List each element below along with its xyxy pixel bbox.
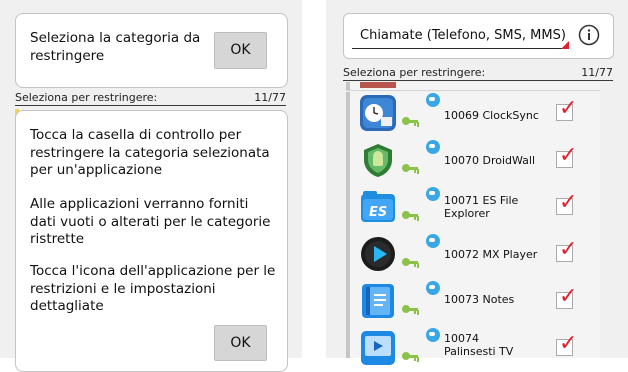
app-row[interactable]: 10069 ClockSync ✓ [346, 92, 600, 140]
app-name: 10071 ES File Explorer [444, 194, 519, 220]
es-file-explorer-icon[interactable]: ES [360, 189, 396, 225]
notes-icon[interactable] [360, 283, 396, 319]
filter-count: 11/77 [254, 91, 286, 104]
filter-label: Seleziona per restringere: [15, 91, 158, 104]
app-name: 10069 ClockSync [444, 109, 539, 122]
clock-sync-icon[interactable] [360, 95, 396, 131]
app-name: 10073 Notes [444, 293, 515, 306]
restrict-checkbox[interactable]: ✓ [556, 239, 577, 262]
globe-icon [426, 234, 440, 248]
check-icon: ✓ [559, 143, 578, 168]
spinner-arrow-icon [561, 41, 569, 49]
spinner-underline [352, 48, 568, 49]
check-icon: ✓ [559, 190, 578, 215]
ok-button[interactable]: OK [214, 32, 267, 69]
select-category-dialog: Seleziona la categoria da restringere OK [15, 13, 288, 88]
mx-player-icon[interactable] [360, 236, 396, 272]
app-row[interactable]: 10072 MX Player ✓ [346, 233, 600, 281]
filter-count: 11/77 [581, 66, 613, 79]
key-icon [402, 352, 419, 362]
check-icon: ✓ [559, 284, 578, 309]
info-icon[interactable] [578, 24, 600, 46]
app-name: 10072 MX Player [444, 248, 538, 261]
app-name: 10074 Palinsesti TV [444, 332, 514, 358]
app-row[interactable]: 10073 Notes ✓ [346, 280, 600, 328]
help-text-2: Alle applicazioni verranno forniti dati … [30, 196, 271, 247]
globe-icon [426, 328, 440, 342]
app-row[interactable]: 10070 DroidWall ✓ [346, 139, 600, 187]
key-icon [402, 117, 419, 127]
check-icon: ✓ [559, 96, 578, 121]
key-icon [402, 211, 419, 221]
check-icon: ✓ [559, 237, 578, 262]
check-icon: ✓ [559, 331, 578, 356]
select-category-text: Seleziona la categoria da restringere [30, 30, 201, 64]
app-row[interactable]: 10074 Palinsesti TV ✓ [346, 327, 600, 365]
filter-label: Seleziona per restringere: [343, 66, 486, 79]
svg-text:ES: ES [369, 205, 387, 220]
globe-icon [426, 281, 440, 295]
restrict-checkbox[interactable]: ✓ [556, 98, 577, 121]
ok-button[interactable]: OK [214, 325, 267, 361]
partial-row-top [346, 82, 600, 91]
filter-bar: Seleziona per restringere: 11/77 [343, 66, 613, 80]
key-icon [402, 164, 419, 174]
palinsesti-tv-icon[interactable] [360, 330, 396, 366]
help-text-1: Tocca la casella di controllo per restri… [30, 127, 270, 178]
globe-icon [426, 93, 440, 107]
key-icon [402, 305, 419, 315]
globe-icon [426, 187, 440, 201]
globe-icon [426, 140, 440, 154]
help-dialog: Tocca la casella di controllo per restri… [15, 110, 288, 372]
restrict-checkbox[interactable]: ✓ [556, 286, 577, 309]
app-name: 10070 DroidWall [444, 154, 536, 167]
category-spinner[interactable]: Chiamate (Telefono, SMS, MMS) [360, 28, 566, 43]
restrict-checkbox[interactable]: ✓ [556, 145, 577, 168]
key-icon [402, 258, 419, 268]
restrict-checkbox[interactable]: ✓ [556, 333, 577, 356]
divider [15, 105, 286, 106]
restrict-checkbox[interactable]: ✓ [556, 192, 577, 215]
app-row[interactable]: ES 10071 ES File Explorer ✓ [346, 186, 600, 234]
droidwall-icon[interactable] [360, 142, 396, 178]
filter-bar: Seleziona per restringere: 11/77 [15, 91, 286, 105]
divider [343, 80, 613, 81]
help-text-3: Tocca l'icona dell'applicazione per le r… [30, 263, 276, 314]
